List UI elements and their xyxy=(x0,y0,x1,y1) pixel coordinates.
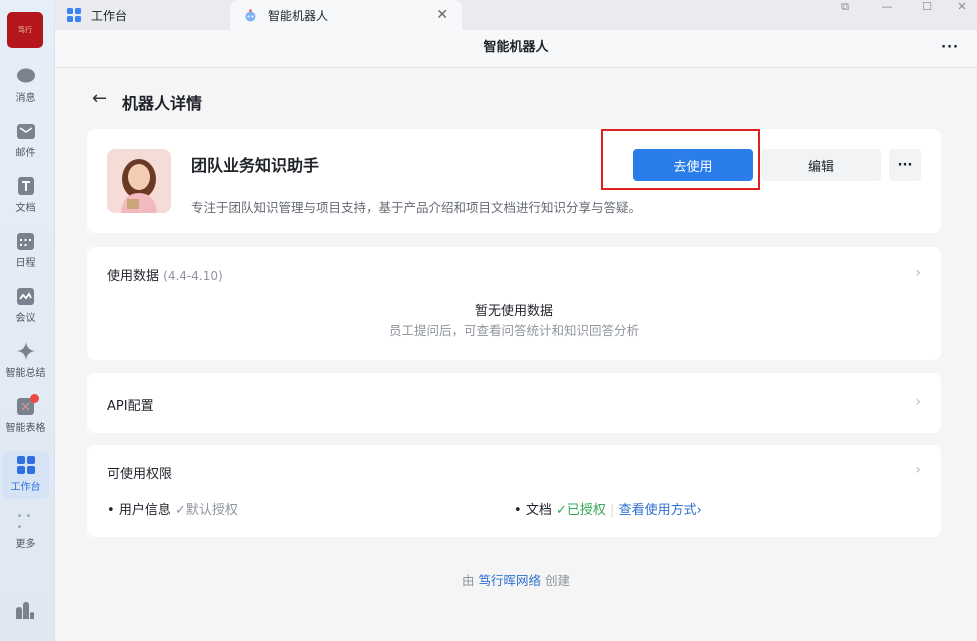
sidebar-item-messages[interactable]: 消息 xyxy=(2,62,49,110)
page-header: 智能机器人 ··· xyxy=(55,30,977,68)
sidebar-item-label: 智能总结 xyxy=(5,368,46,379)
footer-credit: 由 笃行晖网络 创建 xyxy=(461,573,570,588)
chat-bubble-icon xyxy=(16,67,35,85)
tab-label: 工作台 xyxy=(91,8,128,23)
sidebar-item-smart-summary[interactable]: 智能总结 xyxy=(2,337,49,385)
org-logo[interactable]: 笃行 xyxy=(7,12,43,48)
sparkle-icon xyxy=(16,342,35,360)
document-icon xyxy=(17,177,35,195)
pin-window-icon[interactable]: ⧉ xyxy=(830,0,860,14)
more-actions-button[interactable]: ··· xyxy=(889,149,921,181)
empty-state-description: 员工提问后，可查看问答统计和知识回答分析 xyxy=(388,323,639,338)
minimize-icon[interactable]: — xyxy=(872,0,902,14)
bot-description: 专注于团队知识管理与项目支持，基于产品介绍和项目文档进行知识分享与答疑。 xyxy=(191,200,642,215)
page-title: 机器人详情 xyxy=(122,94,203,113)
tab-smart-robot[interactable]: 智能机器人 ✕ xyxy=(230,0,462,30)
permission-item-docs: • 文档 ✓已授权 | 查看使用方式› xyxy=(514,503,702,518)
api-config-title: API配置 xyxy=(107,399,154,414)
sidebar-item-docs[interactable]: 文档 xyxy=(2,172,49,220)
api-config-card[interactable]: API配置 › xyxy=(87,373,941,433)
permissions-card: 可使用权限 › • 用户信息 ✓默认授权 • 文档 ✓已授权 | 查看使用方式› xyxy=(87,445,941,537)
tab-bar: 工作台 智能机器人 ✕ ⧉ — ☐ ✕ xyxy=(55,0,977,30)
chevron-right-icon[interactable]: › xyxy=(915,462,921,478)
sidebar-item-label: 文档 xyxy=(15,203,36,214)
close-tab-icon[interactable]: ✕ xyxy=(436,7,448,23)
smart-sheet-icon xyxy=(17,394,39,415)
bot-avatar xyxy=(107,149,171,213)
permission-name: 用户信息 xyxy=(118,503,171,518)
creator-link[interactable]: 笃行晖网络 xyxy=(478,573,541,588)
permission-name: 文档 xyxy=(525,503,552,518)
bot-name: 团队业务知识助手 xyxy=(191,156,320,175)
view-usage-link[interactable]: 查看使用方式› xyxy=(619,503,702,518)
sidebar-item-label: 更多 xyxy=(15,539,36,550)
sidebar-item-label: 工作台 xyxy=(10,482,41,493)
notification-dot xyxy=(29,394,39,403)
use-bot-button[interactable]: 去使用 xyxy=(633,149,753,181)
bot-info-card: 团队业务知识助手 专注于团队知识管理与项目支持，基于产品介绍和项目文档进行知识分… xyxy=(87,129,941,233)
sidebar-item-more[interactable]: • • • 更多 xyxy=(2,508,49,556)
empty-state-title: 暂无使用数据 xyxy=(474,304,553,319)
sidebar-item-label: 会议 xyxy=(15,313,36,324)
ellipsis-icon: • • • xyxy=(16,511,32,533)
grid-icon xyxy=(67,8,81,22)
usage-data-card[interactable]: 使用数据 (4.4-4.10) › 暂无使用数据 员工提问后，可查看问答统计和知… xyxy=(87,247,941,360)
header-title: 智能机器人 xyxy=(483,40,549,55)
tab-label: 智能机器人 xyxy=(268,8,329,23)
chevron-right-icon[interactable]: › xyxy=(915,265,921,281)
edit-button[interactable]: 编辑 xyxy=(761,149,881,181)
permission-status: ✓已授权 xyxy=(555,503,606,518)
back-arrow-icon[interactable]: ← xyxy=(92,88,107,109)
sidebar-item-mail[interactable]: 邮件 xyxy=(2,117,49,165)
mail-icon xyxy=(16,122,35,140)
sidebar-item-label: 消息 xyxy=(15,93,36,104)
robot-icon xyxy=(245,8,256,21)
sidebar-item-smart-sheet[interactable]: 智能表格 xyxy=(2,392,49,440)
sidebar-item-calendar[interactable]: 日程 xyxy=(2,227,49,275)
maximize-icon[interactable]: ☐ xyxy=(912,0,942,14)
permissions-title: 可使用权限 xyxy=(107,467,173,482)
chevron-right-icon[interactable]: › xyxy=(915,394,921,410)
sidebar: 笃行 消息 邮件 文档 日程 会议 智能总结 智能表格 工作台 • • • 更多 xyxy=(0,0,55,641)
app-store-icon[interactable] xyxy=(16,602,34,623)
permission-status: ✓默认授权 xyxy=(174,503,238,518)
calendar-icon xyxy=(17,232,35,250)
sidebar-item-label: 邮件 xyxy=(15,148,36,159)
sidebar-item-label: 日程 xyxy=(15,258,36,269)
tab-workbench[interactable]: 工作台 xyxy=(55,0,230,30)
sidebar-item-label: 智能表格 xyxy=(5,423,46,434)
usage-title: 使用数据 xyxy=(107,269,160,284)
sidebar-item-meetings[interactable]: 会议 xyxy=(2,282,49,330)
close-window-icon[interactable]: ✕ xyxy=(947,0,977,14)
sidebar-item-workbench[interactable]: 工作台 xyxy=(2,451,49,499)
meeting-icon xyxy=(17,287,35,305)
more-options-icon[interactable]: ··· xyxy=(941,30,959,66)
usage-date-range: (4.4-4.10) xyxy=(163,269,223,283)
grid-icon xyxy=(16,456,35,474)
permission-item-user-info: • 用户信息 ✓默认授权 xyxy=(107,503,238,518)
